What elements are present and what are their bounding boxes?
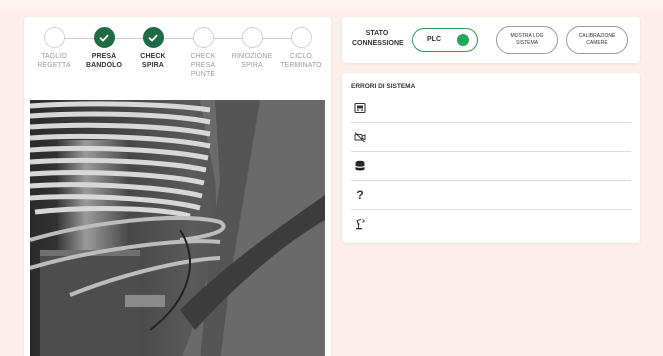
calibrate-cameras-button[interactable]: CALIBRAZIONE CAMERE [566,26,628,54]
step-circle [43,27,65,48]
step-label: CHECK SPIRA [140,53,166,69]
camera-off-icon [354,131,366,143]
plc-label: PLC [427,36,441,43]
database-icon [354,160,366,172]
step-presa-bandolo[interactable]: PRESA BANDOLO [79,27,129,70]
process-stepper: TAGLIO REGETTA PRESA BANDOLO CHECK SPIRA CH… [24,17,331,107]
robot-arm-icon [354,218,366,230]
step-label: RIMOZIONE SPIRA [231,53,273,69]
error-row-database[interactable] [351,152,631,181]
check-icon [148,34,158,41]
step-circle [192,27,214,48]
connection-status-card: STATO CONNESSIONE PLC MOSTRA LOG SISTEMA C… [342,17,640,63]
step-label: CHECK PRESA PUNTE [190,53,216,78]
step-circle [241,27,263,48]
step-label: TAGLIO REGETTA [37,53,71,69]
system-errors-card: ERRORI DI SISTEMA ? [342,73,640,243]
device-icon [354,102,366,114]
show-system-log-button[interactable]: MOSTRA LOG SISTEMA [496,26,558,54]
step-taglio-regetta[interactable]: TAGLIO REGETTA [29,27,79,70]
step-check-presa-punte[interactable]: CHECK PRESA PUNTE [178,27,228,79]
camera-feed [30,100,325,356]
step-rimozione-spira[interactable]: RIMOZIONE SPIRA [227,27,277,70]
top-strip [0,0,663,10]
step-ciclo-terminato[interactable]: CICLO TERMINATO [276,27,326,70]
check-icon [99,34,109,41]
question-icon: ? [354,189,366,201]
process-panel: TAGLIO REGETTA PRESA BANDOLO CHECK SPIRA CH… [24,17,331,356]
step-circle [93,27,115,48]
camera-image [30,100,325,356]
plc-status-toggle[interactable]: PLC [412,28,478,52]
error-row-camera[interactable] [351,123,631,152]
step-circle [142,27,164,48]
connection-status-label: STATO CONNESSIONE [352,30,404,47]
error-row-device[interactable] [351,94,631,123]
system-errors-title: ERRORI DI SISTEMA [351,83,416,90]
step-label: PRESA BANDOLO [85,53,123,69]
plc-status-indicator [457,34,469,46]
step-circle [290,27,312,48]
step-check-spira[interactable]: CHECK SPIRA [128,27,178,70]
question-mark: ? [356,188,364,202]
step-label: CICLO TERMINATO [280,53,322,69]
error-row-unknown[interactable]: ? [351,181,631,210]
error-row-robot[interactable] [351,210,631,239]
